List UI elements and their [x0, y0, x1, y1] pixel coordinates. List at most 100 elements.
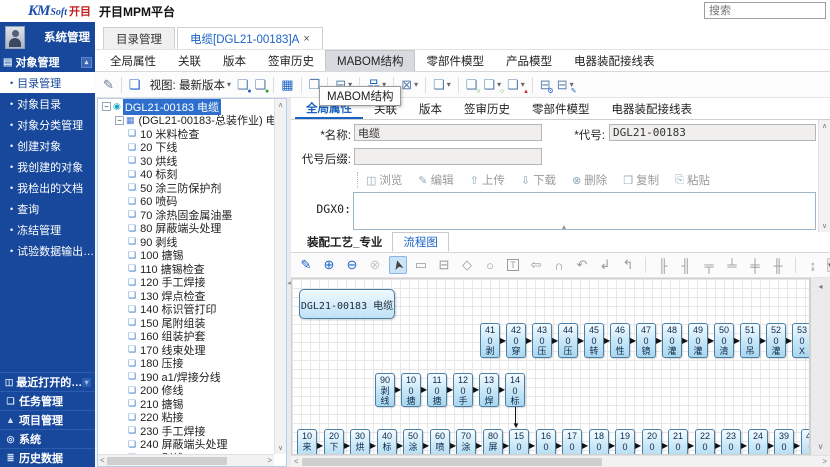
- flow-node[interactable]: 130焊: [479, 373, 499, 407]
- download-button[interactable]: ⇩下载: [521, 172, 556, 188]
- close-icon[interactable]: ×: [303, 33, 309, 45]
- align-right-button[interactable]: ╢: [677, 256, 695, 274]
- flow-node[interactable]: 440压: [558, 323, 578, 358]
- flow-node[interactable]: 110搪: [427, 373, 447, 407]
- flow-node[interactable]: 510吊: [740, 323, 760, 358]
- section-collapse-icon[interactable]: ▴: [81, 57, 92, 68]
- chevron-down-icon[interactable]: ▾: [414, 80, 418, 89]
- detail-tab[interactable]: 电器装配接线表: [601, 98, 704, 119]
- scroll-down-icon[interactable]: ∨: [818, 442, 824, 451]
- search-doc-alt-button[interactable]: ❏○▾: [481, 75, 503, 95]
- sidebar-item-project-management[interactable]: ▲项目管理: [0, 410, 95, 429]
- flow-node[interactable]: 410剥: [480, 323, 500, 358]
- browse-button[interactable]: ◫浏览: [366, 172, 402, 188]
- workflow-tab[interactable]: 流程图: [392, 232, 449, 252]
- flow-node[interactable]: 120手: [453, 373, 473, 407]
- flow-node[interactable]: 60喷: [430, 429, 450, 455]
- chevron-down-icon[interactable]: ▾: [227, 80, 231, 89]
- edit-button[interactable]: ✎编辑: [418, 172, 453, 188]
- distribute-vertical-button[interactable]: ↨: [804, 256, 822, 274]
- flow-node[interactable]: 160: [536, 429, 556, 455]
- tree-node[interactable]: ❏90 剥线: [100, 235, 274, 249]
- document-tab[interactable]: 电缆[DGL21-00183]A×: [177, 27, 323, 49]
- code-field[interactable]: [609, 124, 816, 141]
- paste-button[interactable]: ⎘粘贴: [675, 172, 710, 188]
- splitter-collapse-icon[interactable]: ◂: [818, 282, 822, 291]
- dgx0-field[interactable]: [353, 192, 816, 230]
- name-field[interactable]: [354, 124, 542, 141]
- chevron-down-icon[interactable]: ▾: [82, 378, 91, 387]
- connector-branch-button[interactable]: ↲: [596, 256, 614, 274]
- flow-node[interactable]: 200: [642, 429, 662, 455]
- delete-button[interactable]: ⊗删除: [572, 172, 607, 188]
- flow-root-node[interactable]: DGL21-00183 电缆: [299, 289, 395, 319]
- sidebar-item[interactable]: •对象目录: [0, 93, 95, 114]
- edit-pencil-button[interactable]: ✎: [101, 75, 116, 95]
- db-config-button[interactable]: ⊟⚙: [538, 75, 553, 95]
- ribbon-tab[interactable]: 关联: [167, 50, 212, 71]
- checkout-doc-button[interactable]: ❏●: [235, 75, 251, 95]
- ribbon-tab[interactable]: 版本: [212, 50, 257, 71]
- view-doc-button[interactable]: ❏: [127, 75, 143, 95]
- detail-tab[interactable]: 版本: [408, 98, 453, 119]
- scroll-up-icon[interactable]: ∧: [822, 122, 827, 130]
- search-doc-button[interactable]: ❏○: [464, 75, 480, 95]
- scroll-up-icon[interactable]: ∧: [278, 101, 283, 109]
- workflow-tab[interactable]: 装配工艺_专业: [297, 232, 392, 252]
- tree-horizontal-scrollbar[interactable]: < >: [98, 454, 274, 466]
- sidebar-item-system[interactable]: ◎系统: [0, 429, 95, 448]
- zoom-out-button[interactable]: ⊖: [343, 256, 361, 274]
- sidebar-item[interactable]: •创建对象: [0, 135, 95, 156]
- scroll-down-icon[interactable]: ∨: [822, 222, 827, 230]
- sidebar-item[interactable]: •我检出的文档: [0, 177, 95, 198]
- scroll-down-icon[interactable]: ∨: [278, 444, 283, 452]
- tree-vertical-scrollbar[interactable]: ∧ ∨: [274, 99, 286, 454]
- flow-node[interactable]: 70涂: [456, 429, 476, 455]
- flow-node[interactable]: 190: [615, 429, 635, 455]
- new-doc-button[interactable]: ❏▾: [431, 75, 453, 95]
- tree-expander-icon[interactable]: −: [115, 116, 124, 125]
- flow-node[interactable]: 10来: [297, 429, 317, 455]
- sidebar-item[interactable]: •试验数据输出…: [0, 240, 95, 261]
- sidebar-item-task-management[interactable]: ❑任务管理: [0, 391, 95, 410]
- edit-table-button[interactable]: ▦: [279, 75, 295, 95]
- flow-node[interactable]: 80屏: [483, 429, 503, 455]
- flow-node[interactable]: 220: [695, 429, 715, 455]
- doc-template-button[interactable]: ❏▴▾: [505, 75, 527, 95]
- db-edit-button[interactable]: ⊟✎▾: [555, 75, 576, 95]
- flow-node[interactable]: 150: [509, 429, 529, 455]
- flow-node[interactable]: 90剥线: [375, 373, 395, 407]
- tree-expander-icon[interactable]: −: [102, 102, 111, 111]
- ribbon-tab[interactable]: 电器装配接线表: [563, 50, 666, 71]
- text-tool-button[interactable]: T: [504, 256, 522, 274]
- ellipse-node-button[interactable]: ○: [481, 256, 499, 274]
- flow-node[interactable]: 180: [589, 429, 609, 455]
- align-middle-button[interactable]: ╫: [769, 256, 787, 274]
- connector-back-button[interactable]: ↶: [573, 256, 591, 274]
- flow-node[interactable]: 100搪: [401, 373, 421, 407]
- form-collapse-handle[interactable]: ▲: [561, 224, 568, 231]
- flow-node[interactable]: 50涂: [403, 429, 423, 455]
- chevron-down-icon[interactable]: ▾: [447, 80, 451, 89]
- sidebar-item-history-data[interactable]: ≣历史数据: [0, 448, 95, 467]
- ribbon-tab[interactable]: 零部件模型: [415, 50, 495, 71]
- tree-node[interactable]: ❏170 线束处理: [100, 343, 274, 357]
- upload-button[interactable]: ⇧上传: [470, 172, 505, 188]
- code-suffix-field[interactable]: [354, 148, 542, 165]
- sidebar-item[interactable]: •我创建的对象: [0, 156, 95, 177]
- sidebar-section-object-management[interactable]: ▤ 对象管理 ▴: [0, 52, 95, 72]
- ribbon-tab[interactable]: MABOM结构: [325, 50, 415, 71]
- connector-left-button[interactable]: ⇦: [527, 256, 545, 274]
- align-center-button[interactable]: ╪: [746, 256, 764, 274]
- flow-node[interactable]: 480灌: [662, 323, 682, 358]
- edit-diagram-button[interactable]: ✎: [297, 256, 315, 274]
- flow-node[interactable]: 240: [748, 429, 768, 455]
- sidebar-item[interactable]: •查询: [0, 198, 95, 219]
- flow-node[interactable]: 210: [668, 429, 688, 455]
- sidebar-user[interactable]: 系统管理: [0, 22, 95, 52]
- ribbon-tab[interactable]: 产品模型: [495, 50, 563, 71]
- flow-node[interactable]: 30烘: [350, 429, 370, 455]
- checkin-doc-button[interactable]: ❏●: [253, 75, 269, 95]
- view-selector[interactable]: 视图: 最新版本▾: [145, 75, 233, 95]
- tree-node[interactable]: ❏50 涂三防保护剂: [100, 181, 274, 195]
